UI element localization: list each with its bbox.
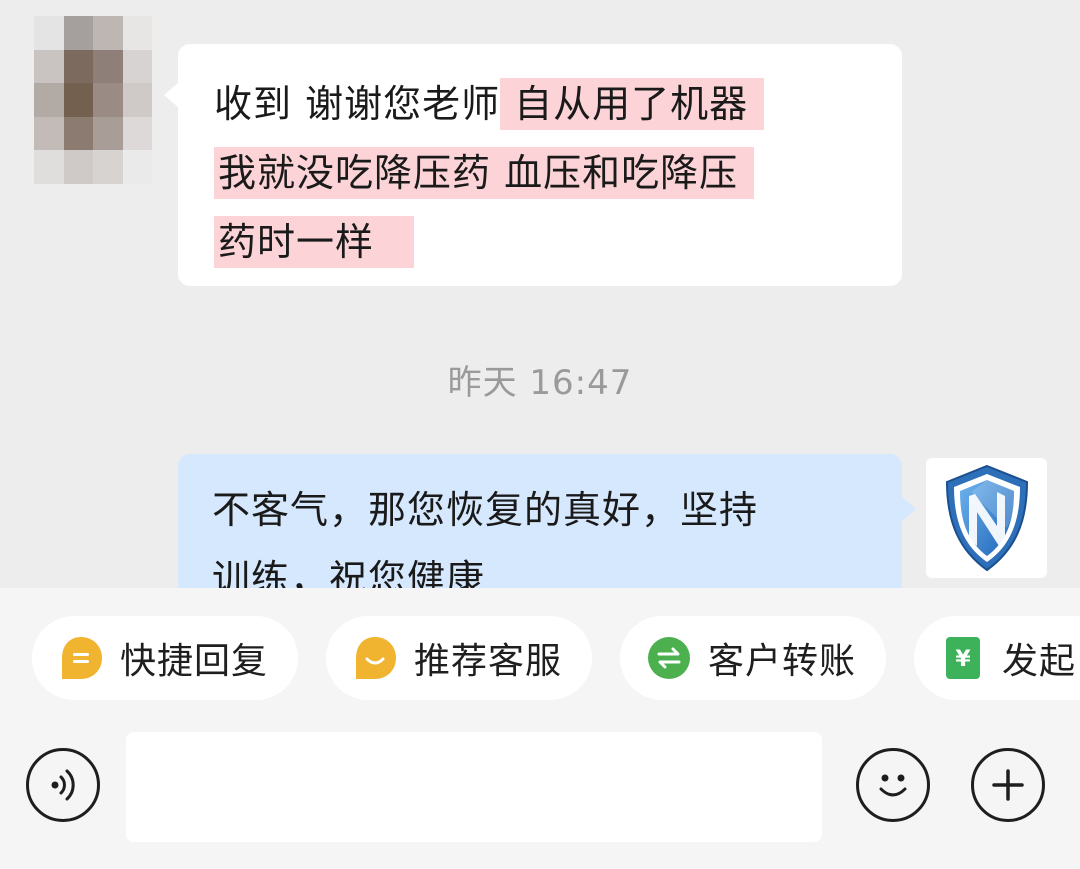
emoji-icon bbox=[879, 774, 907, 797]
quick-reply-icon bbox=[58, 635, 104, 681]
voice-button[interactable] bbox=[26, 748, 100, 822]
outgoing-message-text: 不客气，那您恢复的真好，坚持 训练，祝您健康 bbox=[212, 476, 876, 588]
recommend-service-label: 推荐客服 bbox=[414, 641, 563, 682]
initiate-payment-label: 发起 bbox=[1002, 641, 1077, 682]
transfer-icon bbox=[646, 635, 692, 681]
avatar-pixel bbox=[34, 150, 64, 184]
incoming-message-line-1: 收到 谢谢您老师 自从用了机器 bbox=[214, 70, 876, 139]
quick-action-bar[interactable]: 快捷回复 推荐客服 客户转账 ¥ 发起 bbox=[0, 616, 1080, 700]
customer-transfer-label: 客户转账 bbox=[708, 641, 857, 682]
yuan-payment-icon: ¥ bbox=[940, 635, 986, 681]
avatar-pixel bbox=[63, 150, 93, 184]
avatar-pixel bbox=[93, 16, 123, 50]
quick-reply-button[interactable]: 快捷回复 bbox=[32, 616, 298, 700]
highlighted-text-2: 我就没吃降压药 血压和吃降压 bbox=[214, 147, 755, 199]
avatar-pixel bbox=[93, 83, 123, 117]
shield-logo-icon bbox=[945, 464, 1028, 572]
avatar-pixel bbox=[34, 49, 64, 84]
quick-reply-label: 快捷回复 bbox=[120, 641, 269, 682]
avatar-pixel bbox=[93, 116, 123, 151]
avatar-pixel bbox=[122, 49, 152, 84]
incoming-message-line-3: 药时一样 bbox=[214, 208, 876, 277]
svg-text:¥: ¥ bbox=[955, 647, 971, 672]
chat-message-area[interactable]: 收到 谢谢您老师 自从用了机器 我就没吃降压药 血压和吃降压 药时一样 昨天 16… bbox=[0, 0, 1080, 588]
message-text-input[interactable] bbox=[126, 732, 822, 842]
avatar-pixel bbox=[63, 16, 93, 50]
outgoing-message-line-1: 不客气，那您恢复的真好，坚持 bbox=[212, 488, 759, 532]
highlighted-text-3: 药时一样 bbox=[214, 216, 415, 268]
avatar-pixel bbox=[122, 116, 152, 151]
avatar-pixel bbox=[93, 49, 123, 84]
avatar-pixel bbox=[93, 150, 123, 184]
more-options-button[interactable] bbox=[971, 748, 1045, 822]
bottom-input-panel: 快捷回复 推荐客服 客户转账 ¥ 发起 bbox=[0, 588, 1080, 869]
emoji-button[interactable] bbox=[856, 748, 930, 822]
recommend-service-button[interactable]: 推荐客服 bbox=[326, 616, 592, 700]
initiate-payment-button[interactable]: ¥ 发起 bbox=[914, 616, 1080, 700]
customer-transfer-button[interactable]: 客户转账 bbox=[620, 616, 886, 700]
highlighted-text-1: 自从用了机器 bbox=[500, 78, 765, 130]
avatar-pixel bbox=[122, 16, 152, 50]
avatar-pixel bbox=[122, 150, 152, 184]
incoming-plain-text: 收到 谢谢您老师 bbox=[214, 82, 501, 126]
avatar-pixel bbox=[63, 49, 93, 84]
avatar-pixel bbox=[34, 16, 64, 50]
recommend-service-icon bbox=[352, 635, 398, 681]
avatar-pixel bbox=[34, 83, 64, 117]
incoming-message-line-2: 我就没吃降压药 血压和吃降压 bbox=[214, 139, 876, 208]
incoming-message-bubble[interactable]: 收到 谢谢您老师 自从用了机器 我就没吃降压药 血压和吃降压 药时一样 bbox=[164, 44, 902, 286]
voice-icon bbox=[51, 769, 75, 801]
avatar-pixel bbox=[63, 116, 93, 151]
own-avatar[interactable] bbox=[926, 458, 1047, 578]
contact-avatar[interactable] bbox=[34, 16, 152, 184]
incoming-message-text: 收到 谢谢您老师 自从用了机器 我就没吃降压药 血压和吃降压 药时一样 bbox=[214, 70, 876, 277]
avatar-pixel bbox=[34, 116, 64, 151]
outgoing-message-line-2: 训练，祝您健康 bbox=[212, 557, 486, 588]
avatar-pixel bbox=[63, 83, 93, 117]
plus-icon bbox=[992, 769, 1024, 801]
outgoing-message-bubble[interactable]: 不客气，那您恢复的真好，坚持 训练，祝您健康 bbox=[178, 454, 916, 588]
message-input-row bbox=[0, 728, 1080, 848]
avatar-pixel bbox=[122, 83, 152, 117]
message-timestamp: 昨天 16:47 bbox=[447, 363, 633, 403]
